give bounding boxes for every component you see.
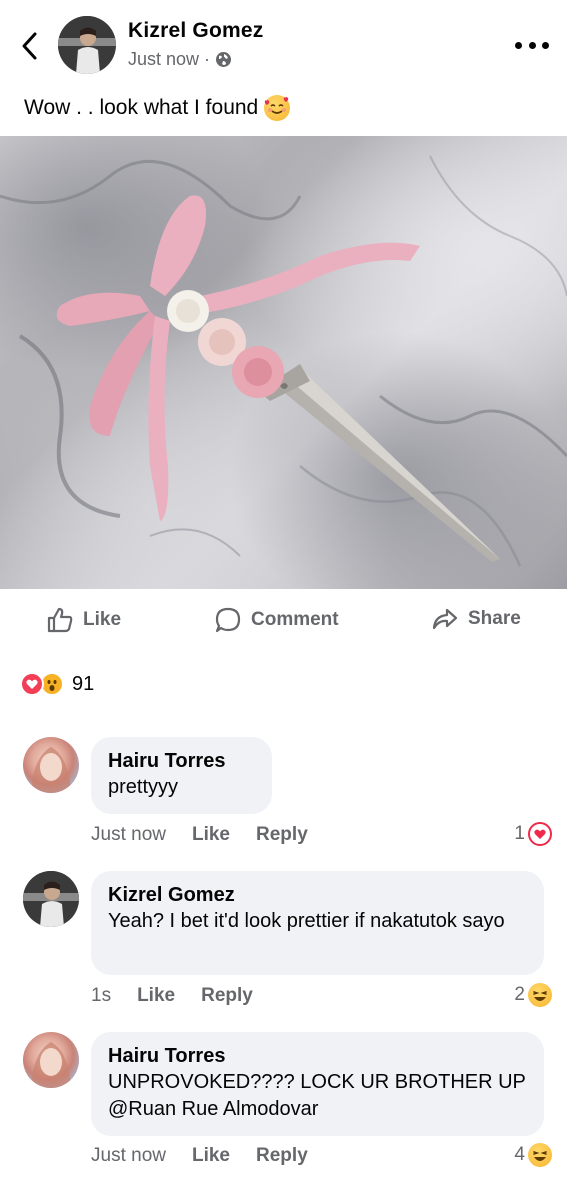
commenter-avatar[interactable]	[23, 737, 79, 793]
like-label: Like	[83, 609, 122, 630]
comment-button[interactable]: Comment	[214, 606, 339, 634]
comment-reply-button[interactable]: Reply	[256, 824, 308, 846]
post-photo[interactable]	[0, 136, 567, 589]
heart-icon	[20, 672, 44, 696]
dagger-photo-illustration	[0, 155, 567, 567]
comment-bubble[interactable]: Hairu Torres prettyyy	[91, 737, 272, 814]
comment-like-button[interactable]: Like	[137, 985, 175, 1007]
comment-reaction-count: 4	[514, 1144, 525, 1165]
comment-like-button[interactable]: Like	[192, 1145, 230, 1167]
comment-like-button[interactable]: Like	[192, 824, 230, 846]
more-options-button[interactable]	[515, 34, 549, 56]
comment-reaction-summary[interactable]: 1	[514, 822, 552, 846]
dot	[528, 41, 536, 49]
smiling-face-with-hearts-icon	[264, 95, 291, 121]
post-time[interactable]: Just now	[128, 49, 199, 70]
comment-reaction-count: 1	[514, 823, 525, 844]
share-arrow-icon	[432, 608, 458, 630]
comment-author[interactable]: Kizrel Gomez	[108, 882, 528, 908]
comment-time: 1s	[91, 985, 112, 1006]
dot	[542, 41, 549, 49]
comment-author[interactable]: Hairu Torres	[108, 1043, 528, 1069]
comment-time: Just now	[91, 824, 166, 845]
comment-meta: 1s Like Reply	[91, 985, 279, 1007]
comment-reply-button[interactable]: Reply	[256, 1145, 308, 1167]
comment-reaction-summary[interactable]: 2	[514, 983, 552, 1007]
post-meta: Just now ·	[128, 49, 232, 70]
avatar-photo	[58, 16, 116, 74]
like-button[interactable]: Like	[46, 606, 121, 634]
comment-reply-button[interactable]: Reply	[201, 985, 253, 1007]
meta-separator: ·	[204, 49, 211, 69]
comment-meta: Just now Like Reply	[91, 824, 334, 846]
share-button[interactable]: Share	[431, 606, 521, 632]
globe-icon	[216, 52, 232, 67]
comment-bubble-icon	[215, 607, 241, 633]
comment-author[interactable]: Hairu Torres	[108, 748, 256, 774]
chevron-left-icon	[22, 32, 37, 60]
comment-bubble[interactable]: Kizrel Gomez Yeah? I bet it'd look prett…	[91, 871, 544, 975]
post-actions-bar: Like Comment Share	[0, 600, 567, 644]
reactions-summary[interactable]: 91	[20, 672, 94, 696]
comment-text: UNPROVOKED???? LOCK UR BROTHER UP @Ruan …	[108, 1071, 526, 1120]
heart-icon	[528, 822, 552, 846]
thumbs-up-icon	[47, 607, 73, 633]
reaction-count: 91	[72, 672, 95, 695]
post-caption: Wow . . look what I found	[24, 95, 291, 121]
back-button[interactable]	[14, 28, 46, 64]
comment-reaction-count: 2	[514, 984, 525, 1005]
comment-time: Just now	[91, 1145, 166, 1166]
comment-label: Comment	[251, 609, 339, 630]
haha-icon	[528, 983, 552, 1007]
share-label: Share	[468, 608, 521, 629]
author-name[interactable]: Kizrel Gomez	[128, 19, 263, 43]
comment-text: Yeah? I bet it'd look prettier if nakatu…	[108, 910, 505, 932]
post-header: Kizrel Gomez Just now ·	[0, 0, 567, 90]
comment-bubble[interactable]: Hairu Torres UNPROVOKED???? LOCK UR BROT…	[91, 1032, 544, 1136]
commenter-avatar[interactable]	[23, 871, 79, 927]
caption-text: Wow . . look what I found	[24, 96, 259, 119]
dot	[515, 41, 522, 49]
comment-meta: Just now Like Reply	[91, 1145, 334, 1167]
haha-icon	[528, 1143, 552, 1167]
comment-reaction-summary[interactable]: 4	[514, 1143, 552, 1167]
comment-text: prettyyy	[108, 776, 179, 798]
author-avatar[interactable]	[58, 16, 116, 74]
commenter-avatar[interactable]	[23, 1032, 79, 1088]
